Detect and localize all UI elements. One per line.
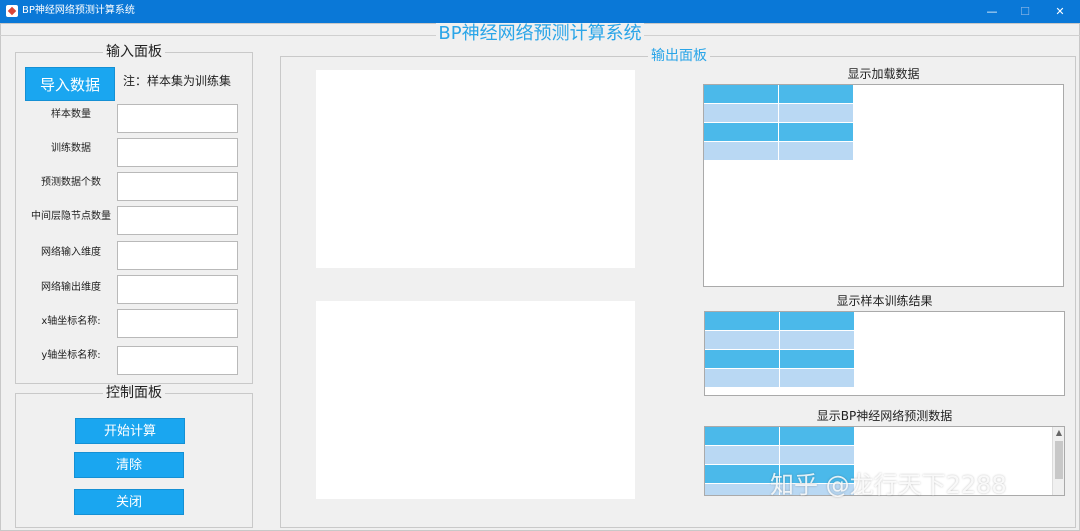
input-panel-legend: 输入面板 [16,43,252,61]
window-title: BP神经网络预测计算系统 [22,5,135,16]
table-row[interactable] [705,369,855,387]
table-cell[interactable] [705,427,780,445]
table-cell[interactable] [705,484,780,495]
matlab-app-icon [6,5,18,17]
main-title-text: BP神经网络预测计算系统 [436,23,644,44]
table-cell[interactable] [704,123,779,141]
table-cell[interactable] [705,312,780,330]
training-plot-axes[interactable] [316,70,635,268]
training-data-input[interactable] [117,138,238,167]
hidden-nodes-label: 中间层隐节点数量 [31,211,111,222]
window-titlebar: BP神经网络预测计算系统 — ☐ ✕ [0,0,1080,23]
prediction-count-input[interactable] [117,172,238,201]
input-dim-input[interactable] [117,241,238,270]
training-results-table-title: 显示样本训练结果 [836,294,933,308]
table-cell[interactable] [780,369,855,387]
output-dim-label: 网络输出维度 [41,282,101,293]
table-cell[interactable] [780,446,855,464]
table-cell[interactable] [704,85,779,103]
training-set-note: 注：样本集为训练集 [123,74,232,88]
close-icon: ✕ [1055,5,1065,18]
import-data-button[interactable]: 导入数据 [25,67,115,101]
input-dim-label: 网络输入维度 [41,247,101,258]
control-panel-legend-text: 控制面板 [103,385,165,401]
loaded-data-table-title: 显示加载数据 [847,67,920,81]
table-cell[interactable] [779,85,854,103]
start-calculation-button[interactable]: 开始计算 [75,418,185,444]
table-cell[interactable] [779,142,854,160]
table-cell[interactable] [780,350,855,368]
output-panel-legend-text: 输出面板 [648,48,710,64]
minimize-icon: — [986,5,998,18]
loaded-data-table[interactable] [703,84,1064,287]
table-cell[interactable] [705,350,780,368]
table-cell[interactable] [780,331,855,349]
table-cell[interactable] [779,123,854,141]
table-cell[interactable] [704,142,779,160]
sample-count-label: 样本数量 [51,109,91,120]
training-results-table[interactable] [704,311,1065,396]
scroll-up-icon[interactable]: ▲ [1053,427,1064,439]
table-cell[interactable] [779,104,854,122]
close-button[interactable]: 关闭 [74,489,184,515]
minimize-button[interactable]: — [975,0,1009,23]
prediction-table-title: 显示BP神经网络预测数据 [816,409,953,423]
zhihu-watermark: 知乎 @龙行天下2288 [770,471,1007,499]
x-axis-name-label: x轴坐标名称: [41,316,101,327]
table-cell[interactable] [705,331,780,349]
table-row[interactable] [705,427,855,445]
input-panel-legend-text: 输入面板 [103,44,165,60]
y-axis-name-label: y轴坐标名称: [41,350,101,361]
table-row[interactable] [704,85,854,103]
prediction-count-label: 预测数据个数 [41,177,101,188]
table-row[interactable] [705,312,855,330]
training-data-label: 训练数据 [51,143,91,154]
table-cell[interactable] [705,446,780,464]
vertical-scrollbar[interactable]: ▲ [1052,427,1064,495]
clear-button[interactable]: 清除 [74,452,184,478]
sample-count-input[interactable] [117,104,238,133]
control-panel-legend: 控制面板 [16,384,252,402]
table-cell[interactable] [704,104,779,122]
x-axis-name-input[interactable] [117,309,238,338]
table-row[interactable] [705,350,855,368]
y-axis-name-input[interactable] [117,346,238,375]
table-row[interactable] [704,123,854,141]
prediction-plot-axes[interactable] [316,301,635,499]
maximize-button[interactable]: ☐ [1008,0,1042,23]
table-cell[interactable] [780,427,855,445]
table-row[interactable] [705,446,855,464]
close-window-button[interactable]: ✕ [1043,0,1077,23]
maximize-icon: ☐ [1020,5,1030,18]
table-row[interactable] [704,142,854,160]
output-panel-legend: 输出面板 [281,47,1077,65]
table-cell[interactable] [705,369,780,387]
scroll-thumb[interactable] [1055,441,1063,479]
table-row[interactable] [704,104,854,122]
table-cell[interactable] [705,465,780,483]
table-row[interactable] [705,331,855,349]
hidden-nodes-input[interactable] [117,206,238,235]
output-dim-input[interactable] [117,275,238,304]
table-cell[interactable] [780,312,855,330]
